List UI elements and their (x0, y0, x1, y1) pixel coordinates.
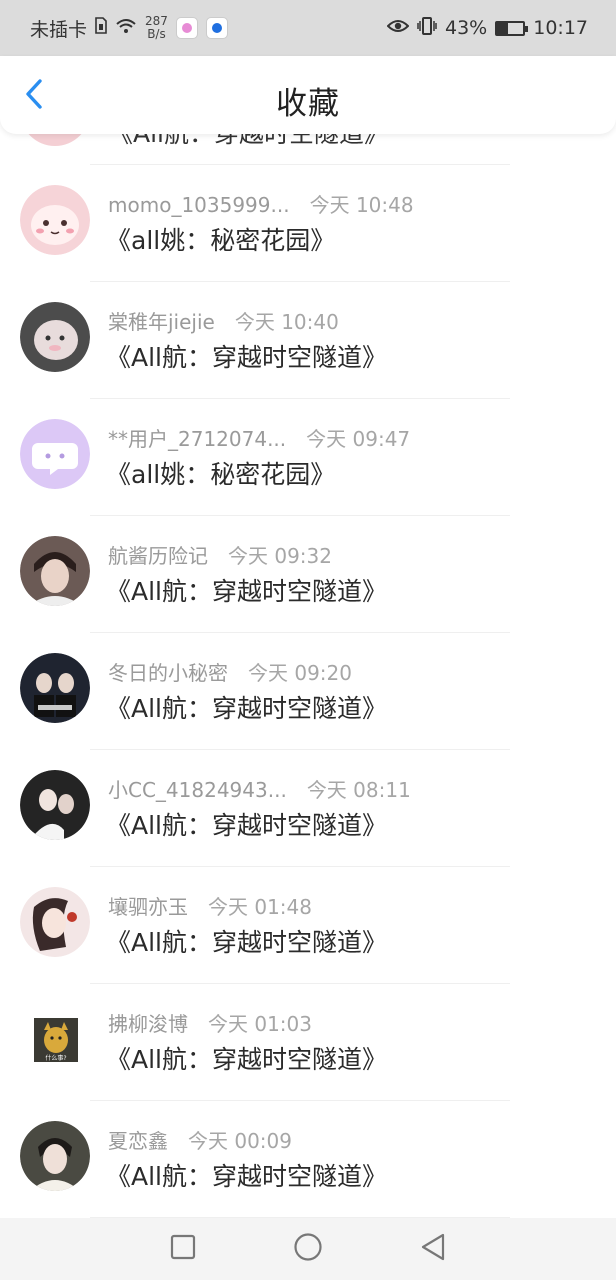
post-title: 《All航：穿越时空隧道》 (106, 577, 387, 606)
username: 棠稚年jiejie (108, 310, 215, 334)
avatar (20, 419, 90, 489)
app-notification-icon (175, 17, 198, 39)
avatar (20, 185, 90, 255)
timestamp: 今天 09:47 (306, 427, 411, 451)
home-button[interactable] (288, 1229, 328, 1269)
back-nav-button[interactable] (413, 1229, 453, 1269)
system-nav-bar (0, 1218, 616, 1280)
timestamp: 今天 01:48 (208, 895, 312, 919)
avatar (20, 770, 90, 840)
list-item[interactable]: 壤驷亦玉 今天 01:48 《All航：穿越时空隧道》 (0, 867, 616, 983)
list-item[interactable]: 什么事? 拂柳浚博 今天 01:03 《All航：穿越时空隧道》 (0, 984, 616, 1100)
vibrate-icon (417, 16, 437, 40)
timestamp: 今天 00:09 (188, 1129, 292, 1153)
app-header: 收藏 (0, 56, 616, 134)
post-title: 《all姚：秘密花园》 (106, 226, 336, 255)
avatar (20, 653, 90, 723)
list-item[interactable]: 冬日的小秘密 今天 09:20 《All航：穿越时空隧道》 (0, 633, 616, 749)
avatar (20, 302, 90, 372)
status-bar: 未插卡 287 B/s 43% 10:17 (0, 0, 616, 56)
square-icon (170, 1234, 196, 1264)
post-title: 《All航：穿越时空隧道》 (106, 811, 387, 840)
app-notification-icon (205, 17, 228, 39)
circle-icon (293, 1232, 323, 1266)
timestamp: 今天 09:20 (248, 661, 352, 685)
item-meta: 小CC_41824943... 今天 08:11 (108, 774, 411, 803)
timestamp: 今天 09:32 (228, 544, 332, 568)
avatar (20, 536, 90, 606)
item-meta: momo_1035999... 今天 10:48 (108, 189, 414, 218)
avatar (20, 887, 90, 957)
timestamp: 今天 08:11 (306, 778, 411, 802)
username: 小CC_41824943... (108, 778, 287, 802)
username: momo_1035999... (108, 193, 290, 217)
username: **用户_2712074... (108, 427, 287, 451)
wifi-icon (115, 17, 137, 40)
username: 夏恋鑫 (108, 1129, 168, 1153)
post-title: 《All航：穿越时空隧道》 (106, 1045, 387, 1074)
carrier-text: 未插卡 (30, 18, 88, 41)
network-speed: 287 B/s (145, 15, 168, 41)
list-item[interactable]: 棠稚年jiejie 今天 10:40 《All航：穿越时空隧道》 (0, 282, 616, 398)
battery-icon (495, 20, 529, 36)
post-title: 《All航：穿越时空隧道》 (106, 928, 387, 957)
sim-icon (95, 17, 107, 39)
clock: 10:17 (533, 17, 588, 39)
post-title: 《All航：穿越时空隧道》 (106, 343, 387, 372)
list-item[interactable]: momo_1035999... 今天 10:48 《all姚：秘密花园》 (0, 165, 616, 281)
username: 航酱历险记 (108, 544, 208, 568)
username: 冬日的小秘密 (108, 661, 228, 685)
recents-button[interactable] (163, 1229, 203, 1269)
favorites-list: 《All航：穿越时空隧道》 momo_1035999... 今天 10:48 《a… (0, 96, 616, 1218)
timestamp: 今天 10:40 (234, 310, 339, 334)
item-meta: **用户_2712074... 今天 09:47 (108, 423, 410, 452)
username: 拂柳浚博 (108, 1012, 188, 1036)
item-meta: 航酱历险记 今天 09:32 (108, 540, 332, 569)
item-meta: 壤驷亦玉 今天 01:48 (108, 891, 312, 920)
post-title: 《all姚：秘密花园》 (106, 460, 336, 489)
list-item[interactable]: 航酱历险记 今天 09:32 《All航：穿越时空隧道》 (0, 516, 616, 632)
item-meta: 夏恋鑫 今天 00:09 (108, 1125, 292, 1154)
item-meta: 冬日的小秘密 今天 09:20 (108, 657, 352, 686)
avatar: 什么事? (34, 1018, 78, 1062)
timestamp: 今天 01:03 (208, 1012, 312, 1036)
list-item[interactable]: 夏恋鑫 今天 00:09 《All航：穿越时空隧道》 (0, 1101, 616, 1217)
timestamp: 今天 10:48 (309, 193, 414, 217)
username: 壤驷亦玉 (108, 895, 188, 919)
avatar-caption: 什么事? (45, 1054, 66, 1062)
list-item[interactable]: **用户_2712074... 今天 09:47 《all姚：秘密花园》 (0, 399, 616, 515)
avatar (20, 1121, 90, 1191)
post-title: 《All航：穿越时空隧道》 (106, 694, 387, 723)
page-title: 收藏 (276, 86, 340, 122)
item-meta: 拂柳浚博 今天 01:03 (108, 1008, 312, 1037)
list-item[interactable]: 小CC_41824943... 今天 08:11 《All航：穿越时空隧道》 (0, 750, 616, 866)
eye-icon (386, 17, 410, 39)
triangle-back-icon (419, 1232, 447, 1266)
item-meta: 棠稚年jiejie 今天 10:40 (108, 306, 339, 335)
post-title: 《All航：穿越时空隧道》 (106, 1162, 387, 1191)
battery-percent: 43% (445, 17, 488, 39)
speed-unit: B/s (147, 27, 166, 41)
